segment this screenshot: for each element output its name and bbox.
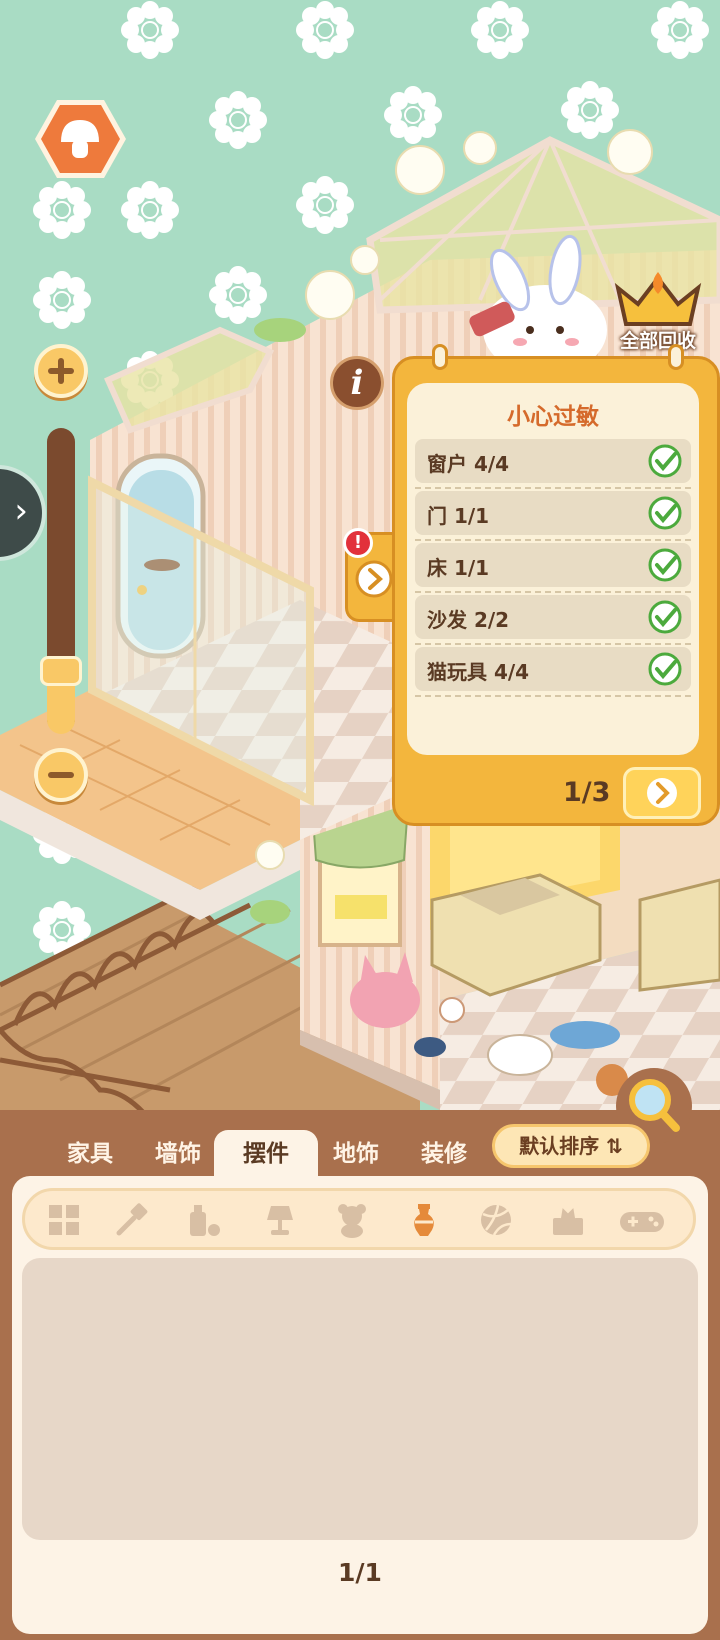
panel-ring bbox=[668, 344, 684, 370]
task-title: 小心过敏 bbox=[507, 404, 599, 430]
row-divider bbox=[415, 591, 691, 593]
tab-furniture[interactable]: 家具 bbox=[52, 1136, 128, 1172]
task-next-page-button[interactable] bbox=[623, 767, 701, 819]
tab-floor-decor[interactable]: 地饰 bbox=[318, 1136, 394, 1172]
vase-icon[interactable] bbox=[406, 1202, 442, 1238]
chevron-right-icon bbox=[647, 778, 677, 808]
panel-ring bbox=[432, 344, 448, 370]
bottles-icon[interactable] bbox=[186, 1202, 222, 1238]
task-label: 沙发 2/2 bbox=[427, 608, 510, 632]
task-list: 小心过敏 窗户 4/4 门 1/1 床 1/1 沙发 2/2 猫玩具 4/4 bbox=[407, 383, 699, 755]
task-page-indicator: 1/3 bbox=[563, 777, 611, 808]
spatula-icon[interactable] bbox=[114, 1202, 150, 1238]
tissue-box-icon[interactable] bbox=[550, 1202, 586, 1238]
task-row: 门 1/1 bbox=[415, 491, 691, 535]
task-row: 床 1/1 bbox=[415, 543, 691, 587]
check-icon bbox=[648, 548, 682, 582]
lamp-icon[interactable] bbox=[262, 1202, 298, 1238]
task-label: 门 1/1 bbox=[427, 504, 490, 528]
row-divider bbox=[415, 643, 691, 645]
zoom-slider-handle[interactable] bbox=[40, 656, 82, 686]
inventory-page-indicator: 1/1 bbox=[338, 1558, 382, 1587]
mushroom-icon bbox=[35, 100, 126, 178]
grid-icon[interactable] bbox=[46, 1202, 82, 1238]
ball-icon[interactable] bbox=[478, 1202, 514, 1238]
tab-ornaments[interactable]: 摆件 bbox=[214, 1130, 318, 1178]
crown-icon bbox=[614, 272, 702, 326]
task-label: 窗户 4/4 bbox=[427, 452, 510, 476]
item-grid bbox=[22, 1258, 698, 1540]
chevron-right-icon bbox=[355, 560, 393, 598]
task-label: 床 1/1 bbox=[427, 556, 490, 580]
home-button[interactable] bbox=[33, 96, 128, 182]
task-label: 猫玩具 4/4 bbox=[427, 660, 530, 684]
row-divider bbox=[415, 487, 691, 489]
task-row: 窗户 4/4 bbox=[415, 439, 691, 483]
check-icon bbox=[648, 652, 682, 686]
task-panel: 小心过敏 窗户 4/4 门 1/1 床 1/1 沙发 2/2 猫玩具 4/4 1… bbox=[392, 356, 720, 826]
task-row: 沙发 2/2 bbox=[415, 595, 691, 639]
sort-button[interactable]: 默认排序 ⇅ bbox=[492, 1124, 650, 1168]
check-icon bbox=[648, 496, 682, 530]
collect-all-label: 全部回收 bbox=[619, 330, 696, 352]
gamepad-icon[interactable] bbox=[618, 1202, 666, 1238]
info-button[interactable]: i bbox=[330, 356, 384, 410]
task-row: 猫玩具 4/4 bbox=[415, 647, 691, 691]
row-divider bbox=[415, 539, 691, 541]
chevron-right-icon: › bbox=[14, 491, 28, 531]
tab-wall-decor[interactable]: 墙饰 bbox=[140, 1136, 216, 1172]
info-icon: i bbox=[350, 363, 364, 403]
check-icon bbox=[648, 600, 682, 634]
alert-mark: ! bbox=[353, 532, 363, 553]
row-divider bbox=[415, 695, 691, 697]
tab-renovation[interactable]: 装修 bbox=[406, 1136, 482, 1172]
zoom-in-button[interactable] bbox=[34, 344, 88, 398]
zoom-out-button[interactable] bbox=[34, 748, 88, 802]
check-icon bbox=[648, 444, 682, 478]
alert-badge: ! bbox=[343, 528, 373, 558]
collect-all-button[interactable]: 全部回收 bbox=[612, 264, 704, 356]
teddy-bear-icon[interactable] bbox=[334, 1202, 370, 1238]
